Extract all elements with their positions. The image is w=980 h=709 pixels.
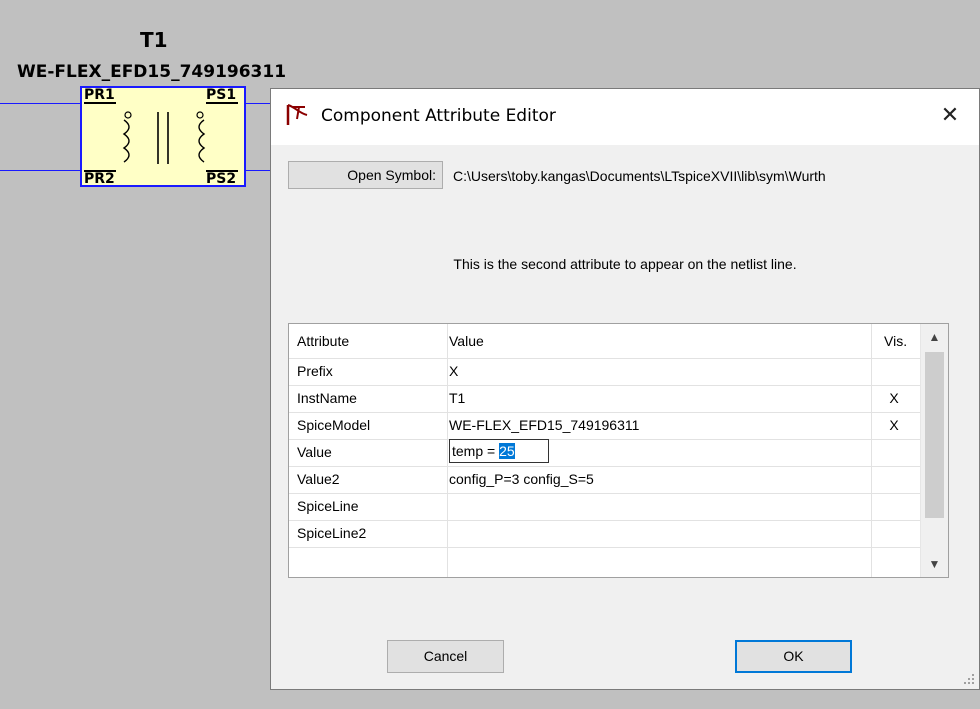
component-inst-name[interactable]: T1 — [140, 28, 168, 52]
pin-underline-ps2 — [206, 170, 238, 172]
value-edit-prefix: temp = — [452, 443, 500, 459]
grid-row-spiceline2[interactable]: SpiceLine2 — [289, 520, 921, 548]
open-symbol-label: Open Symbol: — [347, 167, 436, 183]
row-value: WE-FLEX_EFD15_749196311 — [449, 417, 640, 433]
dialog-titlebar[interactable]: Component Attribute Editor ✕ — [271, 89, 979, 145]
pin-label-ps1: PS1 — [206, 87, 237, 103]
row-vis[interactable] — [884, 520, 904, 547]
row-attribute: SpiceModel — [297, 417, 371, 433]
grid-row-spiceline[interactable]: SpiceLine — [289, 493, 921, 521]
row-value: X — [449, 363, 459, 379]
row-vis[interactable] — [884, 439, 904, 466]
wire-bottom-left[interactable] — [0, 170, 82, 171]
row-value: config_P=3 config_S=5 — [449, 471, 594, 487]
scroll-thumb[interactable] — [925, 352, 944, 518]
pin-underline-pr1 — [84, 102, 116, 104]
cancel-label: Cancel — [423, 648, 468, 664]
cancel-button[interactable]: Cancel — [387, 640, 504, 673]
dialog-title: Component Attribute Editor — [321, 106, 556, 126]
pin-underline-pr2 — [84, 170, 116, 172]
transformer-windings-icon — [122, 111, 206, 164]
ltspice-logo-icon — [286, 104, 308, 125]
row-vis[interactable]: X — [884, 412, 904, 439]
row-attribute: Value2 — [297, 471, 340, 487]
symbol-path: C:\Users\toby.kangas\Documents\LTspiceXV… — [453, 168, 826, 184]
grid-row-prefix[interactable]: Prefix X — [289, 358, 921, 386]
pin-label-pr2: PR2 — [84, 171, 115, 187]
scroll-down-icon[interactable]: ▼ — [921, 551, 948, 577]
scroll-up-icon[interactable]: ▲ — [921, 324, 948, 350]
row-vis[interactable] — [884, 466, 904, 493]
value-edit-input[interactable]: temp = 25 — [449, 439, 549, 463]
pin-label-pr1: PR1 — [84, 87, 115, 103]
row-attribute: SpiceLine — [297, 498, 359, 514]
header-value[interactable]: Value — [449, 324, 869, 358]
pin-underline-ps1 — [206, 102, 238, 104]
grid-row-value2[interactable]: Value2 config_P=3 config_S=5 — [289, 466, 921, 494]
wire-top-left[interactable] — [0, 103, 82, 104]
row-attribute: Value — [297, 444, 332, 460]
row-vis[interactable] — [884, 493, 904, 520]
transformer-symbol[interactable]: PR1 PS1 PR2 PS2 — [80, 86, 246, 187]
component-attribute-editor-dialog[interactable]: Component Attribute Editor ✕ Open Symbol… — [270, 88, 980, 690]
ok-button[interactable]: OK — [735, 640, 852, 673]
row-attribute: InstName — [297, 390, 357, 406]
attribute-grid[interactable]: Attribute Value Vis. Prefix X InstName T… — [288, 323, 949, 578]
row-vis[interactable]: X — [884, 385, 904, 412]
row-attribute: Prefix — [297, 363, 333, 379]
resize-grip-icon[interactable] — [963, 673, 975, 685]
row-vis[interactable] — [884, 358, 904, 385]
grid-scrollbar[interactable]: ▲ ▼ — [920, 324, 948, 577]
row-value: T1 — [449, 390, 466, 406]
attribute-description: This is the second attribute to appear o… — [453, 256, 797, 272]
grid-row-spicemodel[interactable]: SpiceModel WE-FLEX_EFD15_749196311 X — [289, 412, 921, 440]
close-button[interactable]: ✕ — [935, 101, 965, 131]
grid-row-instname[interactable]: InstName T1 X — [289, 385, 921, 413]
component-model-name[interactable]: WE-FLEX_EFD15_749196311 — [17, 62, 286, 82]
row-value — [449, 493, 869, 520]
value-edit-selection: 25 — [499, 443, 515, 459]
grid-header-row: Attribute Value Vis. — [289, 324, 921, 359]
header-vis[interactable]: Vis. — [884, 324, 907, 358]
pin-label-ps2: PS2 — [206, 171, 237, 187]
header-attribute[interactable]: Attribute — [297, 324, 447, 358]
ok-label: OK — [783, 648, 804, 664]
row-value — [449, 520, 869, 547]
row-attribute: SpiceLine2 — [297, 525, 367, 541]
open-symbol-button[interactable]: Open Symbol: — [288, 161, 443, 189]
grid-row-value[interactable]: Value temp = 25 — [289, 439, 921, 467]
